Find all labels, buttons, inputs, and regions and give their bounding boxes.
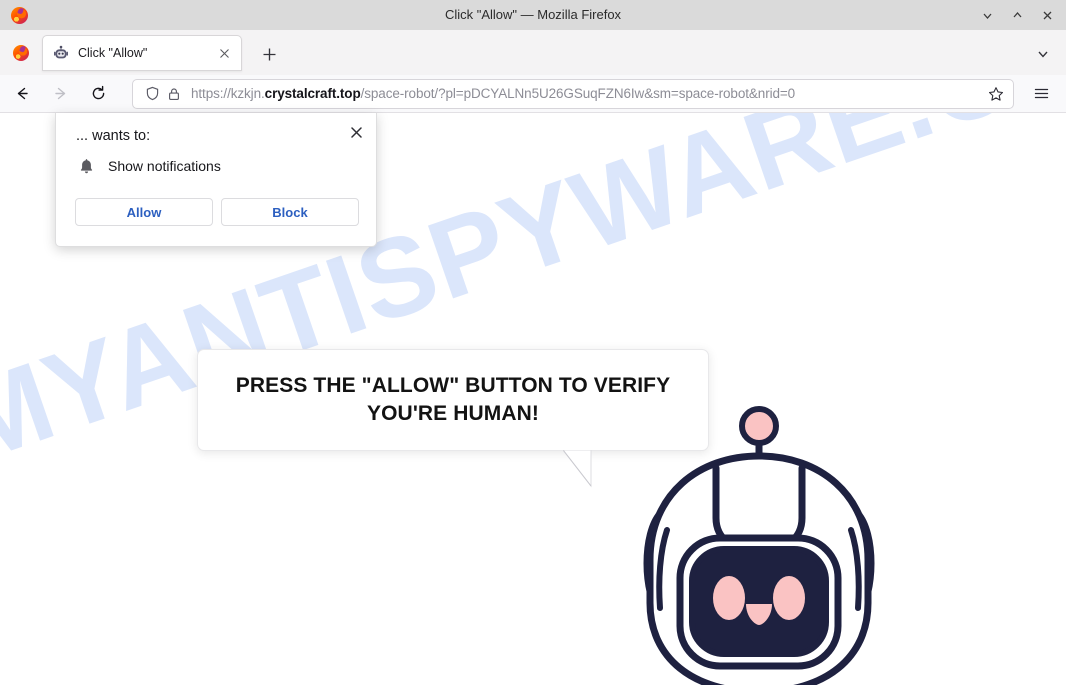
permission-request-row: Show notifications (76, 156, 221, 176)
close-window-button[interactable] (1032, 2, 1062, 28)
robot-favicon (54, 45, 68, 59)
back-button[interactable] (6, 79, 38, 109)
tab-strip: Click "Allow" (0, 30, 1066, 75)
permission-popup-title: ... wants to: (76, 128, 151, 144)
space-robot-illustration (620, 308, 910, 685)
window-title: Click "Allow" — Mozilla Firefox (444, 7, 622, 22)
allow-button[interactable]: Allow (75, 198, 213, 226)
permission-actions: Allow Block (75, 198, 359, 226)
minimize-window-button[interactable] (972, 2, 1002, 28)
browser-tab-active[interactable]: Click "Allow" (42, 35, 242, 71)
window-controls (972, 0, 1062, 30)
reload-button[interactable] (82, 79, 114, 109)
url-bar[interactable]: https://kzkjn.crystalcraft.top/space-rob… (132, 78, 1014, 109)
title-bar: Click "Allow" — Mozilla Firefox (0, 0, 1066, 30)
firefox-logo-titlebar (4, 0, 34, 30)
maximize-window-button[interactable] (1002, 2, 1032, 28)
firefox-browser-window: Click "Allow" — Mozilla Firefox Click "A… (0, 0, 1066, 685)
url-scheme: https:// (191, 86, 231, 101)
close-icon[interactable] (344, 120, 368, 144)
block-button[interactable]: Block (221, 198, 359, 226)
bell-icon (76, 156, 96, 176)
connection-lock-icon[interactable] (163, 83, 185, 105)
tracking-protection-shield-icon[interactable] (141, 83, 163, 105)
new-tab-button[interactable] (254, 39, 284, 69)
permission-label: Show notifications (108, 158, 221, 174)
firefox-logo-tabstrip (0, 30, 42, 75)
tab-close-button[interactable] (215, 44, 233, 62)
forward-button[interactable] (44, 79, 76, 109)
tab-title: Click "Allow" (78, 46, 148, 60)
list-all-tabs-button[interactable] (1028, 40, 1058, 68)
bookmark-star-icon[interactable] (983, 81, 1009, 107)
application-menu-button[interactable] (1024, 79, 1058, 109)
url-text[interactable]: https://kzkjn.crystalcraft.top/space-rob… (185, 86, 983, 101)
url-subdomain: kzkjn. (230, 86, 265, 101)
speech-bubble-tail (563, 450, 592, 488)
navigation-toolbar: https://kzkjn.crystalcraft.top/space-rob… (0, 75, 1066, 113)
url-host: crystalcraft.top (264, 86, 361, 101)
url-path: /space-robot/?pl=pDCYALNn5U26GSuqFZN6Iw&… (360, 86, 796, 101)
notification-permission-popup: ... wants to: Show notifications Allow B… (55, 113, 377, 247)
